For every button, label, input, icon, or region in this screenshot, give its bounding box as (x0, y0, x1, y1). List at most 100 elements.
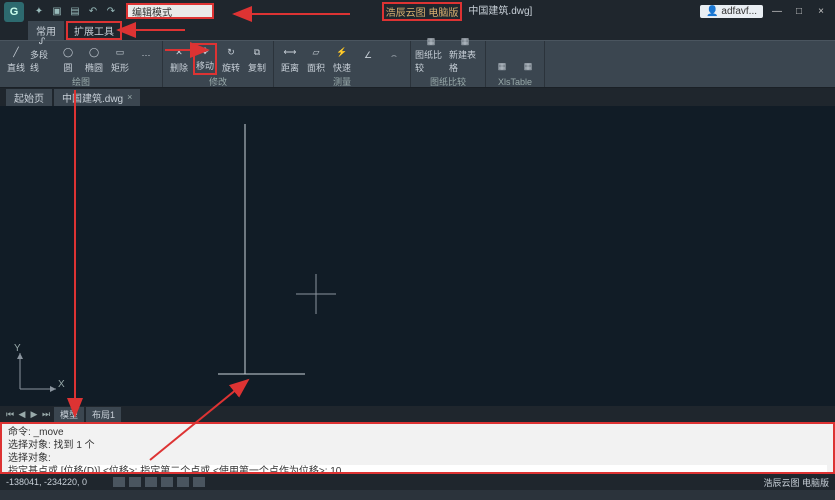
status-coords: -138041, -234220, 0 (6, 477, 87, 487)
title-bar: ✦ ▣ ▤ ↶ ↷ 编辑模式 浩辰云图 电脑版 中国建筑.dwg] 👤 adfa… (0, 0, 835, 22)
tool-area[interactable]: ▱面积 (304, 43, 328, 75)
ribbon-group-modify: ✕删除 ✥移动 ↻旋转 ⧉复制 修改 (163, 41, 274, 87)
tool-more-draw[interactable]: ⋯ (134, 43, 158, 75)
user-chip[interactable]: 👤 adfavf... (700, 5, 763, 18)
maximize-button[interactable]: □ (789, 4, 809, 18)
tool-xls-2[interactable]: ▦ (516, 43, 540, 75)
toggle-4[interactable] (161, 477, 173, 487)
app-logo[interactable]: G (4, 2, 24, 22)
tool-quick[interactable]: ⚡快速 (330, 43, 354, 75)
document-tabs: 起始页 中国建筑.dwg × (0, 88, 835, 106)
distance-icon: ⟷ (281, 44, 299, 60)
ribbon-group-compare: ▦图纸比较 ▦新建表格 图纸比较 (411, 41, 486, 87)
toggle-3[interactable] (145, 477, 157, 487)
tool-compare[interactable]: ▦图纸比较 (415, 43, 447, 75)
xls-icon: ▦ (493, 58, 511, 74)
app-brand: 浩辰云图 电脑版 (382, 2, 463, 21)
layout-nav-next[interactable]: ▶ (28, 409, 40, 420)
rectangle-icon: ▭ (111, 44, 129, 60)
quick-access-toolbar: ✦ ▣ ▤ ↶ ↷ (32, 4, 118, 18)
user-icon: 👤 (706, 6, 718, 17)
copy-icon: ⧉ (248, 44, 266, 60)
layout-nav-last[interactable]: ⏭ (40, 409, 52, 420)
status-right: 浩辰云图 电脑版 (763, 476, 829, 489)
qat-new-icon[interactable]: ✦ (32, 4, 46, 18)
rotate-icon: ↻ (222, 44, 240, 60)
tool-rectangle[interactable]: ▭矩形 (108, 43, 132, 75)
qat-save-icon[interactable]: ▤ (68, 4, 82, 18)
command-window[interactable]: 命令: _move 选择对象: 找到 1 个 选择对象: 指定基点或 [位移(D… (0, 422, 835, 474)
tool-xls-1[interactable]: ▦ (490, 43, 514, 75)
cmd-line-2: 选择对象: 找到 1 个 (8, 439, 827, 452)
xls-icon: ▦ (519, 58, 537, 74)
toggle-6[interactable] (193, 477, 205, 487)
circle-icon: ◯ (59, 44, 77, 60)
erase-icon: ✕ (170, 44, 188, 60)
status-toggles (113, 477, 205, 487)
area-icon: ▱ (307, 44, 325, 60)
tool-erase[interactable]: ✕删除 (167, 43, 191, 75)
tool-arc-len[interactable]: ⌢ (382, 43, 406, 75)
table-icon: ▦ (456, 36, 474, 47)
tool-angle[interactable]: ∠ (356, 43, 380, 75)
quick-icon: ⚡ (333, 44, 351, 60)
ribbon: ╱直线 ᔑ多段线 ◯圆 ◯椭圆 ▭矩形 ⋯ 绘图 ✕删除 ✥移动 ↻旋转 ⧉复制… (0, 40, 835, 88)
status-bar: -138041, -234220, 0 浩辰云图 电脑版 (0, 474, 835, 490)
ribbon-group-draw: ╱直线 ᔑ多段线 ◯圆 ◯椭圆 ▭矩形 ⋯ 绘图 (0, 41, 163, 87)
ucs-x-label: X (58, 379, 65, 390)
group-label-draw: 绘图 (4, 76, 158, 88)
compare-icon: ▦ (422, 36, 440, 47)
line-icon: ╱ (7, 44, 25, 60)
dots-icon: ⋯ (137, 47, 155, 63)
drawing-canvas[interactable]: X Y (0, 106, 835, 406)
qat-open-icon[interactable]: ▣ (50, 4, 64, 18)
tool-move[interactable]: ✥移动 (193, 43, 217, 75)
tool-newtable[interactable]: ▦新建表格 (449, 43, 481, 75)
cmd-line-1: 命令: _move (8, 426, 827, 439)
ribbon-group-measure: ⟷距离 ▱面积 ⚡快速 ∠ ⌢ 测量 (274, 41, 411, 87)
tool-line[interactable]: ╱直线 (4, 43, 28, 75)
title-doc-suffix: 中国建筑.dwg] (468, 2, 532, 21)
layout-nav-prev[interactable]: ◀ (16, 409, 28, 420)
group-label-modify: 修改 (167, 76, 269, 88)
tool-rotate[interactable]: ↻旋转 (219, 43, 243, 75)
edit-mode-selector[interactable]: 编辑模式 (126, 3, 214, 19)
cmd-line-active[interactable]: 指定基点或 [位移(D)] <位移>: 指定第二个点或 <使用第一个点作为位移>… (8, 465, 827, 474)
close-button[interactable]: × (811, 4, 831, 18)
qat-redo-icon[interactable]: ↷ (104, 4, 118, 18)
toggle-2[interactable] (129, 477, 141, 487)
doc-tab-label: 中国建筑.dwg (62, 90, 123, 105)
tool-ellipse[interactable]: ◯椭圆 (82, 43, 106, 75)
toggle-5[interactable] (177, 477, 189, 487)
qat-undo-icon[interactable]: ↶ (86, 4, 100, 18)
group-label-xlstable: XlsTable (490, 76, 540, 88)
tool-polyline[interactable]: ᔑ多段线 (30, 43, 54, 75)
tab-model[interactable]: 模型 (54, 407, 84, 422)
minimize-button[interactable]: — (767, 4, 787, 18)
menu-tabs: 常用 扩展工具 (0, 22, 835, 40)
doc-tab-close-icon[interactable]: × (127, 92, 132, 102)
doc-tab-start[interactable]: 起始页 (6, 89, 52, 106)
angle-icon: ∠ (359, 47, 377, 63)
user-name: adfavf... (721, 6, 757, 17)
ellipse-icon: ◯ (85, 44, 103, 60)
tab-extend-tools[interactable]: 扩展工具 (66, 21, 122, 40)
toggle-1[interactable] (113, 477, 125, 487)
arc-icon: ⌢ (385, 47, 403, 63)
model-layout-tabs: ⏮ ◀ ▶ ⏭ 模型 布局1 (0, 406, 835, 422)
ucs-indicator: X Y (14, 349, 60, 398)
group-label-measure: 测量 (278, 76, 406, 88)
drawing-content (0, 106, 835, 406)
layout-nav-first[interactable]: ⏮ (4, 409, 16, 420)
cmd-line-3: 选择对象: (8, 452, 827, 465)
doc-tab-active[interactable]: 中国建筑.dwg × (54, 89, 140, 106)
tool-circle[interactable]: ◯圆 (56, 43, 80, 75)
move-icon: ✥ (196, 45, 214, 58)
group-label-compare: 图纸比较 (415, 76, 481, 88)
polyline-icon: ᔑ (33, 36, 51, 47)
tool-copy[interactable]: ⧉复制 (245, 43, 269, 75)
tab-layout1[interactable]: 布局1 (86, 407, 121, 422)
tool-distance[interactable]: ⟷距离 (278, 43, 302, 75)
ucs-y-label: Y (14, 343, 21, 354)
edit-mode-label: 编辑模式 (132, 4, 172, 19)
